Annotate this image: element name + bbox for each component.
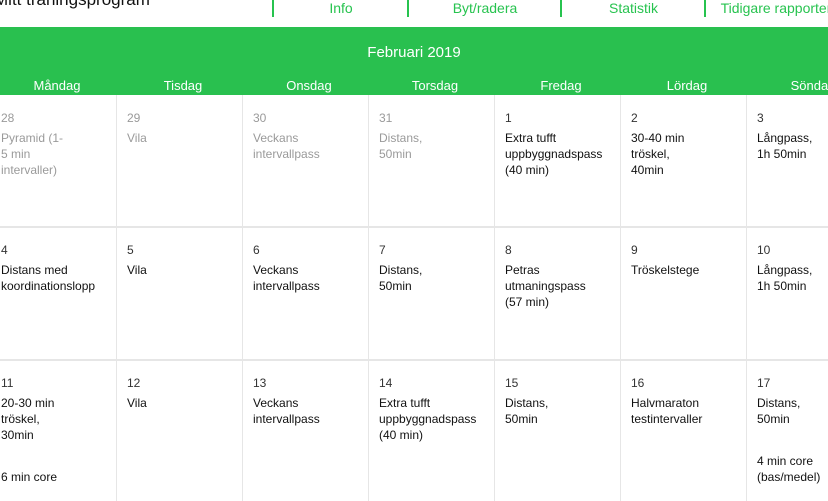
calendar-day-cell[interactable]: 3 Långpass, 1h 50min	[757, 110, 828, 226]
day-number: 2	[631, 111, 638, 125]
calendar-day-cell[interactable]: 16 Halvmaraton testintervaller	[631, 375, 749, 501]
nav-tidigare-rapporter-label: Tidigare rapporter	[720, 0, 828, 16]
day-number: 16	[631, 376, 645, 390]
nav-info[interactable]: Info	[272, 0, 408, 17]
day-number: 12	[127, 376, 141, 390]
workout-label[interactable]: Distans, 50min	[757, 395, 828, 427]
workout-label[interactable]: Distans med koordinationslopp	[1, 262, 119, 294]
page-title: Mitt träningsprogram	[0, 0, 150, 10]
calendar-day-cell[interactable]: 17 Distans, 50min 4 min core (bas/medel)	[757, 375, 828, 501]
day-number: 14	[379, 376, 393, 390]
grid-divider	[0, 359, 828, 361]
calendar-day-cell[interactable]: 15 Distans, 50min	[505, 375, 623, 501]
nav-statistik[interactable]: Statistik	[560, 0, 705, 17]
weekday-label: Måndag	[33, 78, 81, 93]
day-number: 31	[379, 111, 393, 125]
weekday-label: Söndag	[790, 78, 828, 93]
workout-label[interactable]: Petras utmaningspass (57 min)	[505, 262, 623, 310]
day-number: 29	[127, 111, 141, 125]
top-nav-bar: Mitt träningsprogram Info Byt/radera Sta…	[0, 0, 828, 27]
calendar-day-cell[interactable]: 6 Veckans intervallpass	[253, 242, 371, 358]
workout-label[interactable]: Distans, 50min	[379, 130, 497, 162]
calendar-day-cell[interactable]: 31 Distans, 50min	[379, 110, 497, 226]
day-number: 28	[1, 111, 15, 125]
workout-label[interactable]: Distans, 50min	[505, 395, 623, 427]
month-title: Februari 2019	[367, 44, 461, 61]
day-number: 30	[253, 111, 267, 125]
calendar-day-cell[interactable]: 12 Vila	[127, 375, 245, 501]
workout-label[interactable]: Vila	[127, 395, 245, 411]
nav-byt-radera-label: Byt/radera	[452, 0, 518, 16]
calendar-day-cell[interactable]: 14 Extra tufft uppbyggnadspass (40 min)	[379, 375, 497, 501]
calendar-day-cell[interactable]: 5 Vila	[127, 242, 245, 358]
calendar-day-cell[interactable]: 13 Veckans intervallpass	[253, 375, 371, 501]
calendar-day-cell[interactable]: 4 Distans med koordinationslopp	[1, 242, 119, 358]
day-number: 5	[127, 243, 134, 257]
day-number: 9	[631, 243, 638, 257]
day-number: 11	[1, 376, 14, 390]
calendar-day-cell[interactable]: 29 Vila	[127, 110, 245, 226]
training-calendar-page: Mitt träningsprogram Info Byt/radera Sta…	[0, 0, 828, 501]
calendar-day-cell[interactable]: 10 Långpass, 1h 50min	[757, 242, 828, 358]
nav-tidigare-rapporter[interactable]: Tidigare rapporter	[704, 0, 828, 17]
weekday-label: Torsdag	[411, 78, 459, 93]
workout-label[interactable]: Tröskelstege	[631, 262, 749, 278]
grid-divider	[0, 226, 828, 228]
day-number: 15	[505, 376, 519, 390]
workout-label[interactable]: 20-30 min tröskel, 30min	[1, 395, 119, 443]
workout-label[interactable]: Långpass, 1h 50min	[757, 262, 828, 294]
day-number: 6	[253, 243, 260, 257]
day-number: 3	[757, 111, 764, 125]
day-number: 10	[757, 243, 771, 257]
workout-label[interactable]: Extra tufft uppbyggnadspass (40 min)	[505, 130, 623, 178]
nav-info-label: Info	[329, 0, 353, 16]
day-number: 1	[505, 111, 512, 125]
weekday-label: Onsdag	[286, 78, 332, 93]
nav-byt-radera[interactable]: Byt/radera	[407, 0, 561, 17]
weekday-label: Lördag	[666, 78, 708, 93]
calendar-header: Februari 2019 Måndag Tisdag Onsdag Torsd…	[0, 27, 828, 95]
day-number: 17	[757, 376, 771, 390]
workout-label[interactable]: Distans, 50min	[379, 262, 497, 294]
workout-extra-label[interactable]: 4 min core (bas/medel)	[757, 453, 820, 485]
workout-label[interactable]: Pyramid (1- 5 min intervaller)	[1, 130, 119, 178]
calendar-grid: 28 Pyramid (1- 5 min intervaller) 29 Vila 30…	[0, 95, 828, 501]
day-number: 8	[505, 243, 512, 257]
calendar-day-cell[interactable]: 11 20-30 min tröskel, 30min 6 min core	[1, 375, 119, 501]
calendar-day-cell[interactable]: 30 Veckans intervallpass	[253, 110, 371, 226]
calendar-day-cell[interactable]: 9 Tröskelstege	[631, 242, 749, 358]
workout-label[interactable]: Halvmaraton testintervaller	[631, 395, 749, 427]
day-number: 7	[379, 243, 386, 257]
calendar-day-cell[interactable]: 1 Extra tufft uppbyggnadspass (40 min)	[505, 110, 623, 226]
day-number: 4	[1, 243, 8, 257]
workout-extra-label[interactable]: 6 min core	[1, 469, 57, 485]
calendar-day-cell[interactable]: 2 30-40 min tröskel, 40min	[631, 110, 749, 226]
weekday-label: Fredag	[540, 78, 582, 93]
workout-label[interactable]: Veckans intervallpass	[253, 262, 371, 294]
day-number: 13	[253, 376, 267, 390]
calendar-day-cell[interactable]: 7 Distans, 50min	[379, 242, 497, 358]
workout-label[interactable]: Vila	[127, 130, 245, 146]
workout-label[interactable]: Veckans intervallpass	[253, 395, 371, 427]
calendar-day-cell[interactable]: 8 Petras utmaningspass (57 min)	[505, 242, 623, 358]
workout-label[interactable]: Veckans intervallpass	[253, 130, 371, 162]
workout-label[interactable]: Vila	[127, 262, 245, 278]
nav-statistik-label: Statistik	[608, 0, 658, 16]
workout-label[interactable]: Långpass, 1h 50min	[757, 130, 828, 162]
workout-label[interactable]: 30-40 min tröskel, 40min	[631, 130, 749, 178]
workout-label[interactable]: Extra tufft uppbyggnadspass (40 min)	[379, 395, 497, 443]
weekday-label: Tisdag	[163, 78, 203, 93]
calendar-day-cell[interactable]: 28 Pyramid (1- 5 min intervaller)	[1, 110, 119, 226]
